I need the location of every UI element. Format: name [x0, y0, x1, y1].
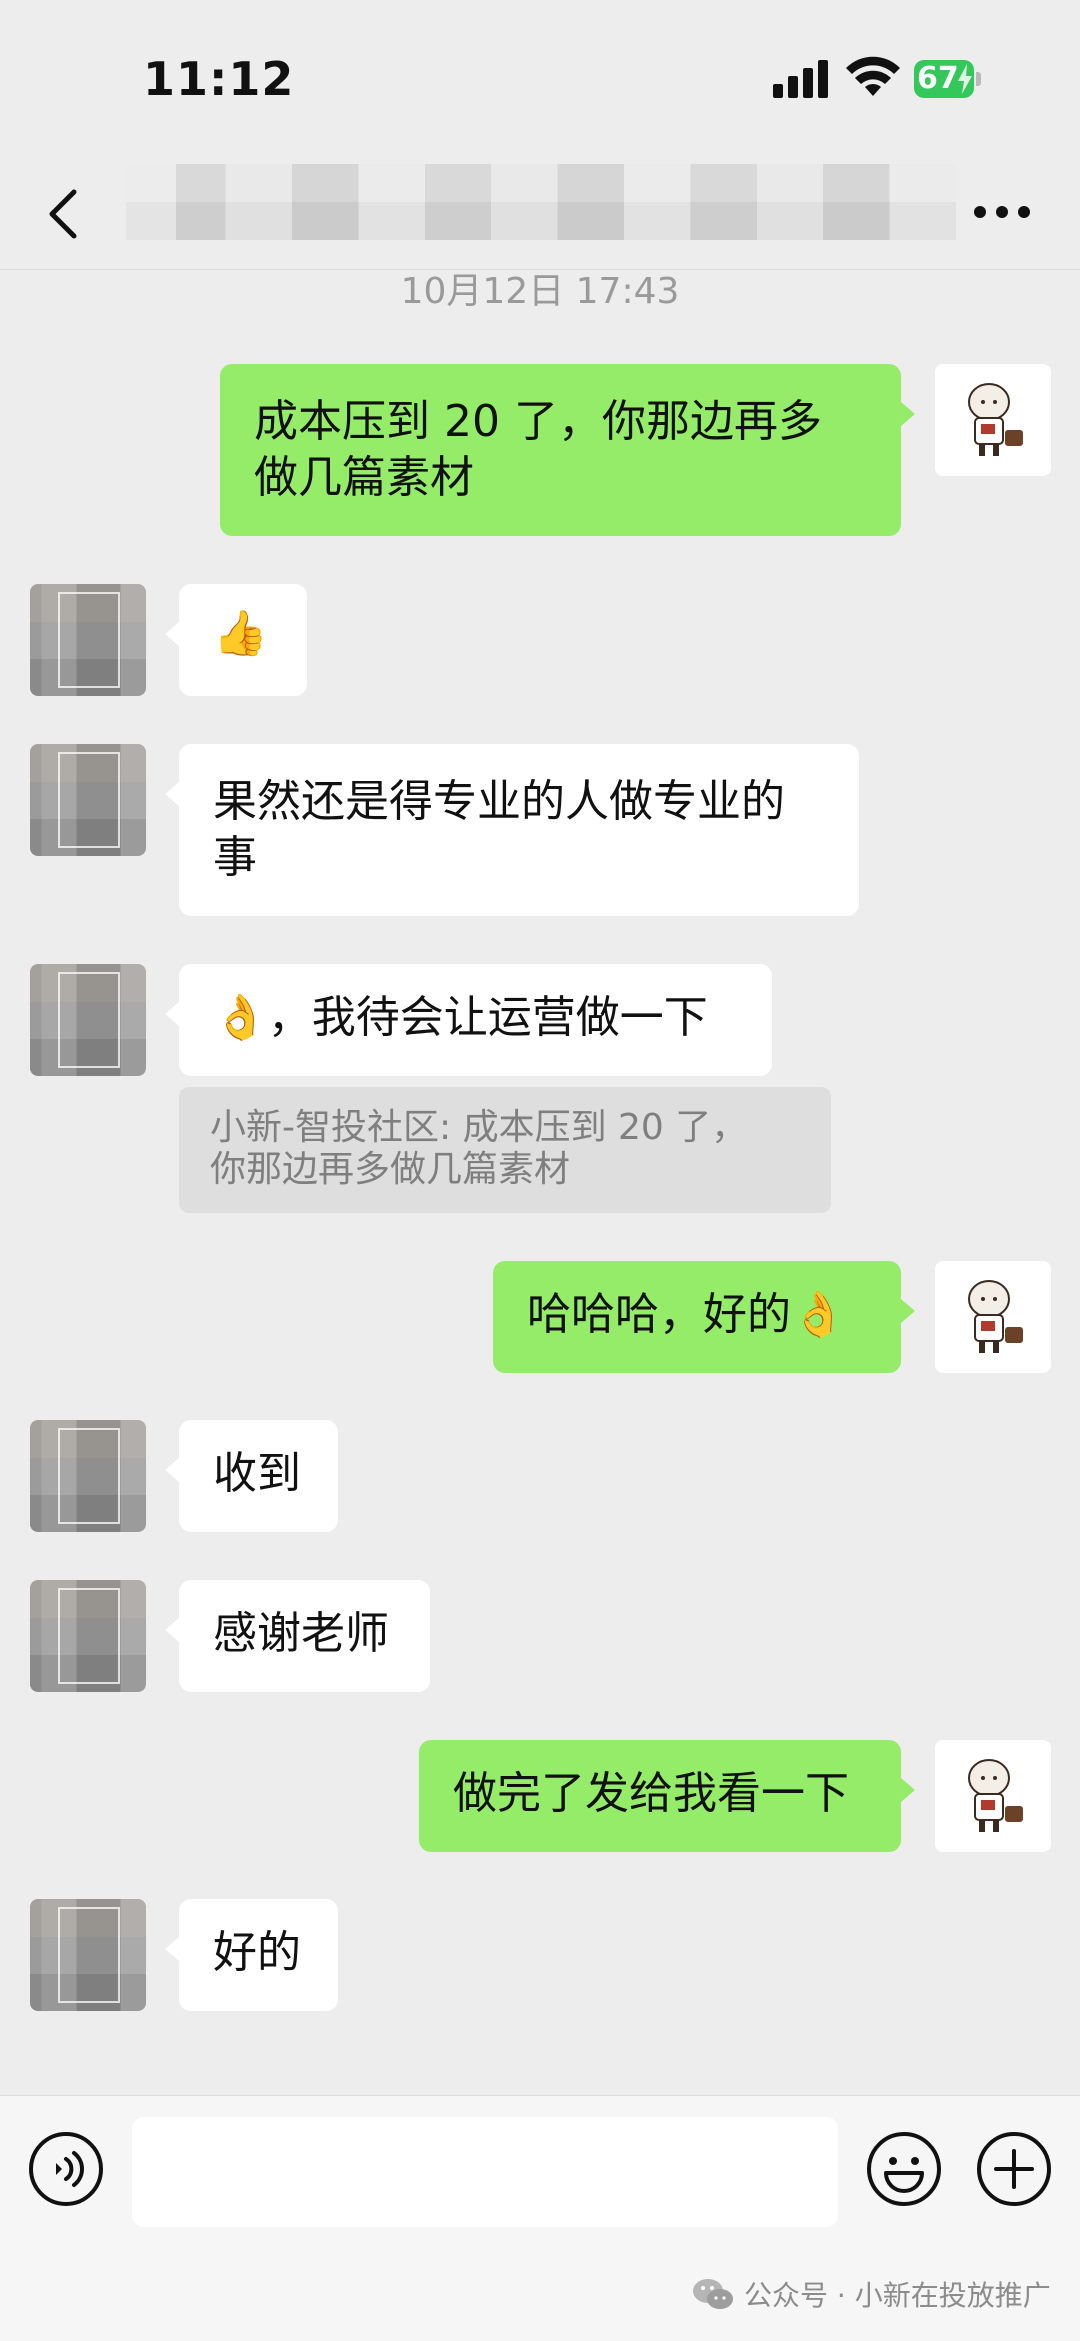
- message-text-line: 事: [213, 832, 257, 883]
- contact-avatar[interactable]: [30, 744, 146, 856]
- watermark: 公众号 · 小新在投放推广: [692, 2272, 1051, 2316]
- watermark-text: 公众号 · 小新在投放推广: [744, 2279, 1051, 2312]
- ok-hand-icon: 👌: [791, 1289, 846, 1340]
- message-input[interactable]: [132, 2117, 838, 2227]
- message-bubble-sent[interactable]: 哈哈哈，好的👌: [493, 1261, 915, 1373]
- message-text: 哈哈哈，好的: [527, 1289, 791, 1340]
- cartoon-avatar-icon: [968, 1759, 1023, 1832]
- chat-header: [0, 150, 1080, 270]
- emoji-icon[interactable]: [866, 2131, 942, 2207]
- cellular-signal-icon: [773, 60, 828, 98]
- message-text: 收到: [213, 1448, 301, 1499]
- ok-hand-icon: 👌: [213, 992, 268, 1043]
- contact-avatar[interactable]: [30, 1899, 146, 2011]
- contact-avatar[interactable]: [30, 1580, 146, 1692]
- message-bubble-sent[interactable]: 做完了发给我看一下: [419, 1740, 915, 1852]
- voice-icon[interactable]: [28, 2131, 104, 2207]
- message-timestamp: 10月12日 17:43: [400, 271, 680, 312]
- thumbs-up-icon: 👍: [213, 608, 268, 659]
- message-text-line: 成本压到 20 了，你那边再多: [254, 396, 822, 447]
- message-bubble-received[interactable]: 👌，我待会让运营做一下: [165, 964, 772, 1076]
- battery-level: 67: [917, 61, 959, 96]
- message-text: 感谢老师: [213, 1608, 389, 1659]
- message-bubble-received[interactable]: 感谢老师: [165, 1580, 430, 1692]
- quote-text-line: 小新-智投社区: 成本压到 20 了，: [210, 1107, 748, 1148]
- battery-icon: 67: [914, 60, 982, 98]
- chevron-left-icon[interactable]: [44, 188, 84, 240]
- wechat-logo-icon: [693, 2279, 733, 2309]
- my-avatar[interactable]: [935, 1261, 1051, 1373]
- my-avatar[interactable]: [935, 364, 1051, 476]
- message-bubble-received[interactable]: 👍: [165, 584, 307, 696]
- message-text-line: 做几篇素材: [254, 452, 474, 503]
- contact-avatar[interactable]: [30, 964, 146, 1076]
- status-time: 11:12: [143, 52, 295, 106]
- message-text: 做完了发给我看一下: [453, 1768, 849, 1819]
- cartoon-avatar-icon: [968, 383, 1023, 456]
- message-text-line: 果然还是得专业的人做专业的: [213, 776, 785, 827]
- message-bubble-sent[interactable]: 成本压到 20 了，你那边再多 做几篇素材: [220, 364, 915, 536]
- message-bubble-received[interactable]: 好的: [165, 1899, 338, 2011]
- ellipsis-icon[interactable]: [972, 202, 1032, 222]
- charging-bolt-icon: [958, 64, 972, 94]
- quote-text-line: 你那边再多做几篇素材: [210, 1149, 571, 1190]
- quoted-reply[interactable]: 小新-智投社区: 成本压到 20 了， 你那边再多做几篇素材: [179, 1087, 831, 1213]
- cartoon-avatar-icon: [968, 1280, 1023, 1353]
- message-bubble-received[interactable]: 收到: [165, 1420, 338, 1532]
- plus-icon[interactable]: [976, 2131, 1052, 2207]
- message-bubble-received[interactable]: 果然还是得专业的人做专业的 事: [165, 744, 859, 916]
- message-text: 好的: [213, 1927, 301, 1978]
- contact-avatar[interactable]: [30, 1420, 146, 1532]
- contact-avatar[interactable]: [30, 584, 146, 696]
- wifi-icon: [846, 56, 900, 96]
- my-avatar[interactable]: [935, 1740, 1051, 1852]
- message-text: ，我待会让运营做一下: [267, 992, 708, 1043]
- chat-title-blurred: [126, 164, 956, 240]
- status-bar: 11:12 67: [0, 0, 1080, 150]
